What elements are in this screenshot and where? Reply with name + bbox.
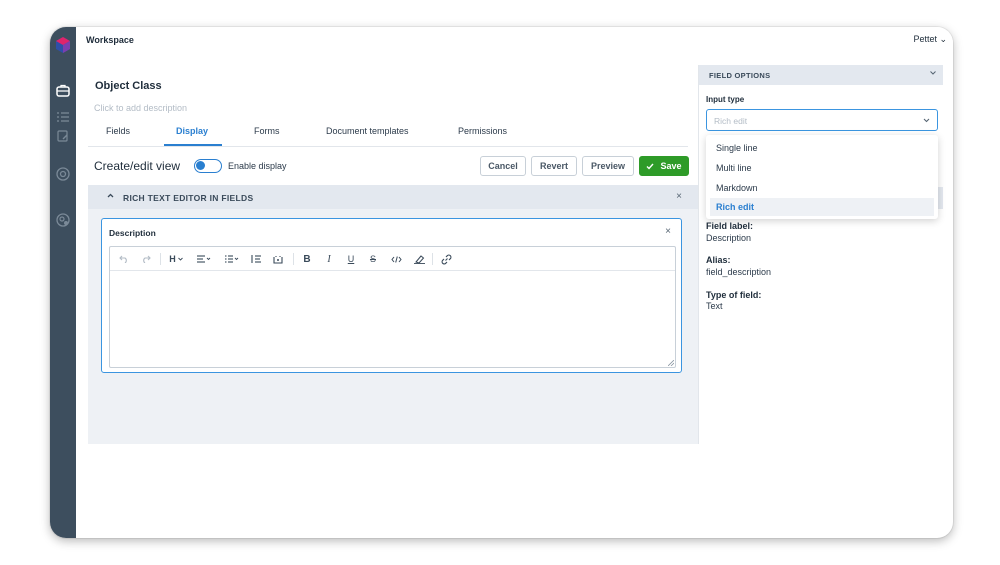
enable-display-label: Enable display (228, 161, 287, 171)
type-of-field-label: Type of field: (706, 290, 762, 300)
resize-handle-icon[interactable] (668, 360, 674, 366)
field-label-value: Description (706, 233, 752, 243)
code-icon[interactable] (388, 250, 404, 268)
heading-dropdown[interactable]: H (166, 250, 186, 268)
input-type-value: Rich edit (714, 116, 748, 126)
redo-icon[interactable] (138, 250, 154, 268)
alias-value: field_description (706, 267, 772, 277)
chevron-down-icon[interactable] (930, 71, 936, 75)
description-placeholder[interactable]: Click to add description (94, 103, 187, 113)
field-options-title: FIELD OPTIONS (709, 71, 771, 80)
input-type-dropdown: Single line Multi line Markdown Rich edi… (706, 135, 938, 219)
tab-display[interactable]: Display (176, 126, 208, 136)
input-type-label: Input type (706, 95, 745, 104)
field-card-title: Description (109, 228, 156, 238)
undo-icon[interactable] (116, 250, 132, 268)
workspace-title: Workspace (86, 35, 134, 45)
ordered-list-icon[interactable] (248, 250, 264, 268)
underline-icon[interactable]: U (343, 250, 359, 268)
tab-permissions[interactable]: Permissions (458, 126, 507, 136)
italic-icon[interactable]: I (321, 250, 337, 268)
option-single-line[interactable]: Single line (710, 139, 934, 157)
main-content: Object Class Click to add description Fi… (88, 65, 698, 444)
field-card-close-icon[interactable]: × (665, 226, 671, 237)
view-toolbar: Create/edit view Enable display Cancel R… (94, 155, 690, 177)
preview-button[interactable]: Preview (582, 156, 634, 176)
top-bar: Workspace Pettet ⌄ (76, 27, 953, 67)
enable-display-toggle[interactable] (194, 159, 222, 173)
option-multi-line[interactable]: Multi line (710, 159, 934, 177)
app-logo-icon[interactable] (54, 36, 72, 54)
document-edit-icon[interactable] (55, 128, 71, 144)
tab-active-indicator (164, 144, 222, 146)
field-label-label: Field label: (706, 221, 754, 231)
embed-icon[interactable] (270, 250, 286, 268)
section-title: RICH TEXT EDITOR IN FIELDS (123, 193, 254, 203)
strikethrough-icon[interactable]: S (365, 250, 381, 268)
toggle-knob (196, 161, 205, 170)
toolbar-separator (160, 253, 161, 265)
clear-format-icon[interactable] (411, 250, 427, 268)
briefcase-icon[interactable] (55, 82, 71, 98)
tab-document-templates[interactable]: Document templates (326, 126, 409, 136)
link-icon[interactable] (438, 250, 454, 268)
type-of-field-value: Text (706, 301, 723, 311)
section-close-icon[interactable]: × (676, 191, 682, 202)
option-rich-edit[interactable]: Rich edit (710, 198, 934, 216)
editor-toolbar: H B I U S (110, 247, 675, 271)
list-dropdown-icon[interactable] (222, 250, 242, 268)
select-chevron-down-icon (923, 118, 930, 123)
heading-label: H (169, 254, 176, 264)
chevron-up-icon[interactable] (107, 193, 114, 198)
option-markdown[interactable]: Markdown (710, 179, 934, 197)
input-type-select[interactable]: Rich edit (706, 109, 938, 131)
alias-label: Alias: (706, 255, 731, 265)
toolbar-separator (432, 253, 433, 265)
section-header[interactable]: RICH TEXT EDITOR IN FIELDS × (88, 185, 698, 209)
rich-text-editor[interactable]: H B I U S (109, 246, 676, 368)
revert-button[interactable]: Revert (531, 156, 577, 176)
page-title: Object Class (95, 80, 162, 92)
tab-bar: Fields Display Forms Document templates … (88, 123, 688, 147)
field-options-header[interactable]: FIELD OPTIONS (699, 65, 943, 85)
toolbar-separator (293, 253, 294, 265)
check-icon (646, 163, 655, 170)
heading-chevron-icon (177, 257, 183, 261)
cancel-button[interactable]: Cancel (480, 156, 526, 176)
sidebar (50, 27, 76, 538)
list-icon[interactable] (55, 109, 71, 125)
save-button[interactable]: Save (639, 156, 689, 176)
align-dropdown-icon[interactable] (194, 250, 214, 268)
settings-icon[interactable] (55, 166, 71, 182)
tab-fields[interactable]: Fields (106, 126, 130, 136)
view-title: Create/edit view (94, 159, 181, 173)
field-options-panel: FIELD OPTIONS Input type Rich edit Singl… (698, 65, 953, 444)
save-label: Save (660, 161, 682, 171)
user-menu[interactable]: Pettet ⌄ (913, 34, 947, 45)
field-card[interactable]: Description × H B I U S (101, 218, 682, 373)
bold-icon[interactable]: B (299, 250, 315, 268)
user-settings-icon[interactable] (55, 212, 71, 228)
app-window: Workspace Pettet ⌄ Object Class Click to… (50, 27, 953, 538)
tab-forms[interactable]: Forms (254, 126, 280, 136)
